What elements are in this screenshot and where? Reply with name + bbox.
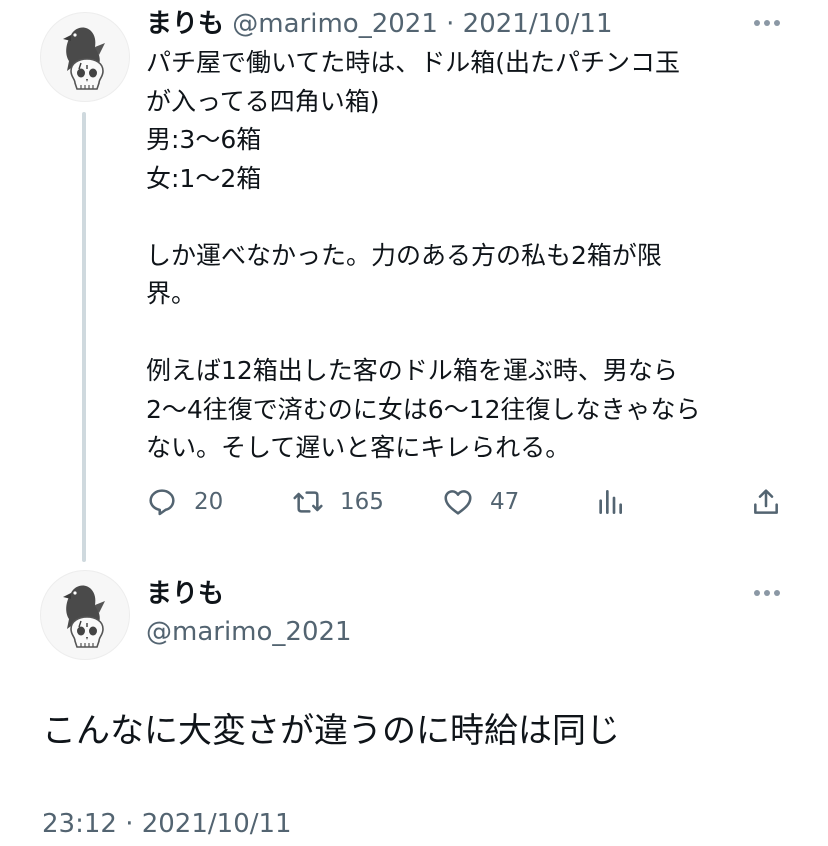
user-handle[interactable]: @marimo_2021	[146, 614, 352, 650]
separator-dot: ·	[446, 9, 455, 39]
user-handle[interactable]: @marimo_2021	[232, 9, 438, 39]
crow-skull-avatar-icon	[63, 27, 105, 90]
crow-skull-avatar-icon	[63, 585, 105, 648]
heart-icon	[444, 490, 472, 515]
display-name[interactable]: まりも	[146, 9, 224, 39]
reply-count: 20	[194, 489, 224, 515]
retweet-icon	[293, 491, 323, 513]
tweet-text: パチ屋で働いてた時は、ドル箱(出たパチンコ玉 が入ってる四角い箱) 男:3〜6箱…	[146, 48, 701, 462]
analytics-icon	[599, 490, 622, 514]
display-name[interactable]: まりも	[146, 576, 224, 612]
tweet-date[interactable]: 2021/10/11	[463, 9, 613, 39]
reply-icon	[149, 489, 175, 516]
like-button[interactable]: 47	[442, 482, 519, 522]
share-icon	[754, 489, 778, 514]
tweet-text: こんなに大変さが違うのに時給は同じ	[42, 711, 620, 751]
more-dots-icon[interactable]	[752, 588, 782, 598]
reply-button[interactable]: 20	[146, 482, 223, 522]
share-button[interactable]	[750, 482, 782, 522]
thread-connector-line	[82, 112, 86, 562]
more-dots-icon[interactable]	[752, 18, 782, 28]
tweet-action-bar: 20 165 47	[146, 482, 786, 522]
analytics-button[interactable]	[594, 482, 626, 522]
retweet-count: 165	[340, 489, 384, 515]
avatar[interactable]	[40, 12, 130, 102]
like-count: 47	[490, 489, 520, 515]
avatar[interactable]	[40, 570, 130, 660]
tweet-header: まりも @marimo_2021 · 2021/10/11	[146, 6, 613, 42]
tweet-timestamp[interactable]: 23:12 · 2021/10/11	[42, 806, 292, 842]
retweet-button[interactable]: 165	[292, 482, 384, 522]
